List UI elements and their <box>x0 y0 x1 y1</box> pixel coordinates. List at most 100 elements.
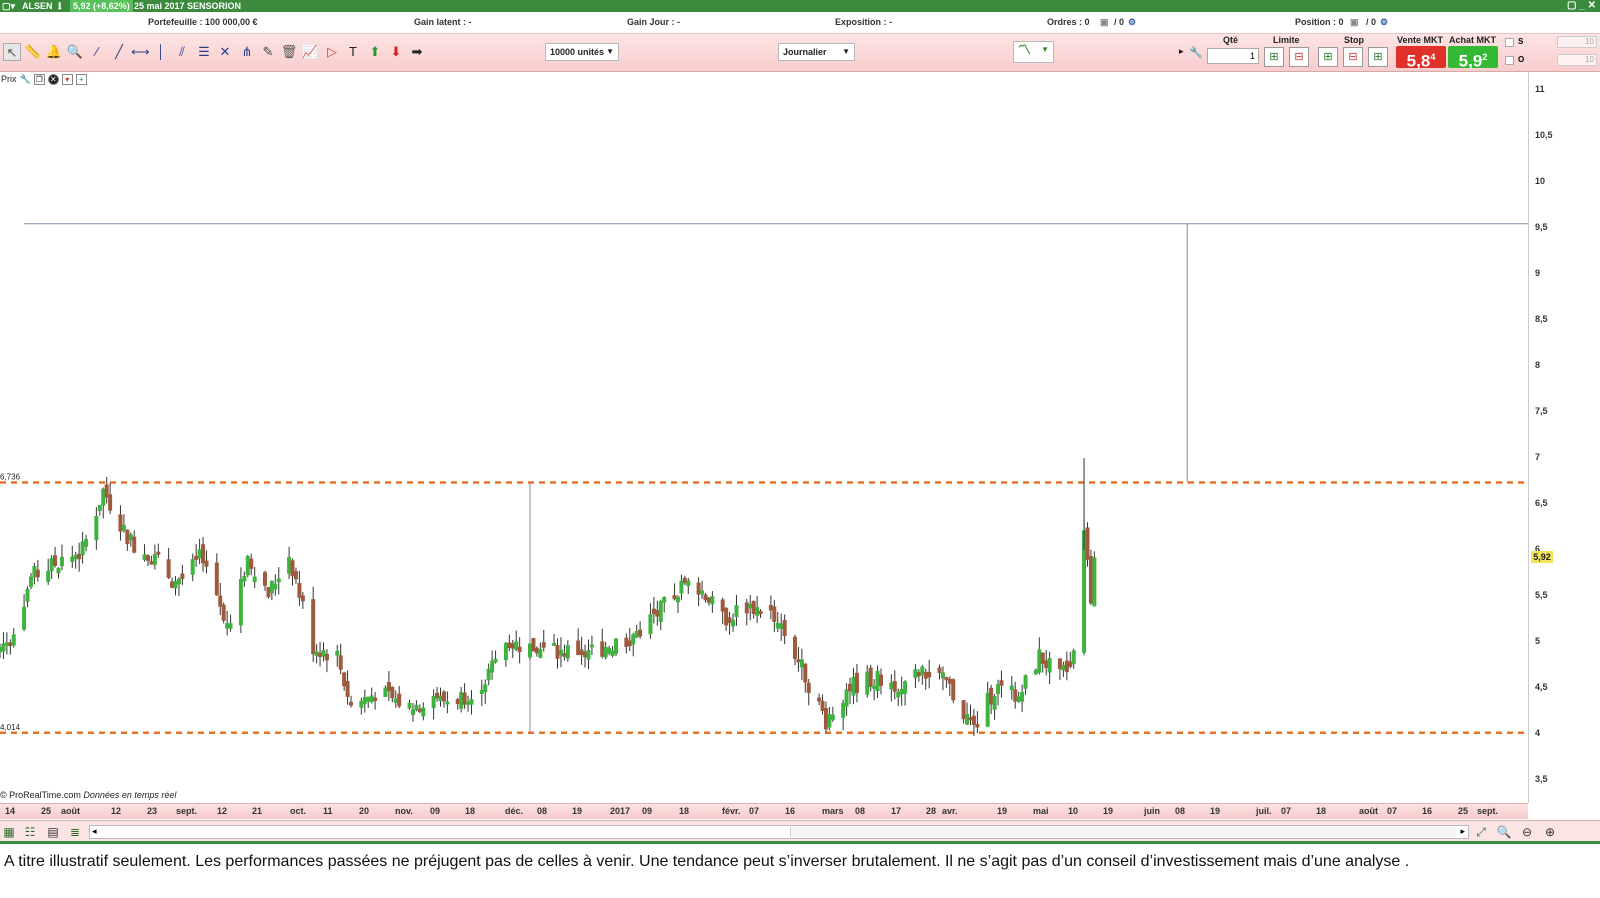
zoom-in-icon[interactable]: ⊕ <box>1542 825 1558 840</box>
sell-market-button[interactable]: 5,84 <box>1396 46 1446 71</box>
scroll-left-arrow[interactable]: ◂ <box>92 826 97 837</box>
window-controls[interactable]: ▢ _ ✕ <box>1567 0 1596 12</box>
zoom-out-icon[interactable]: ⊖ <box>1519 825 1535 840</box>
position-icon[interactable]: ▣ <box>1350 17 1359 28</box>
candle-body <box>638 629 643 637</box>
right-arrow-icon[interactable]: ➡ <box>408 43 426 61</box>
zoom-fit-icon[interactable]: 🔍 <box>1496 825 1512 840</box>
candle-body <box>173 580 178 589</box>
o-checkbox[interactable] <box>1505 56 1514 65</box>
triangle-pattern-icon[interactable]: ▷ <box>323 43 341 61</box>
horizontal-line-icon[interactable]: ⟷ <box>131 43 150 61</box>
paint-icon[interactable]: ✎ <box>259 43 277 61</box>
add-indicator-icon[interactable]: + <box>75 73 87 85</box>
stop-sell-button[interactable]: ⊟ <box>1343 47 1363 67</box>
candle-body <box>603 646 608 658</box>
x-tick-label: 08 <box>537 806 548 816</box>
x-tick-label: 2017 <box>610 806 631 816</box>
quantity-select-value: 10000 unités <box>550 47 605 57</box>
autoscale-icon[interactable]: ⤢ <box>1473 825 1489 840</box>
candle-body <box>97 505 102 512</box>
close-panel-icon[interactable]: ✕ <box>47 73 59 85</box>
candle-body <box>455 698 460 704</box>
candle-body <box>803 663 808 683</box>
layers-icon[interactable]: ≣ <box>67 825 83 840</box>
limit-sell-button[interactable]: ⊟ <box>1289 47 1309 67</box>
buy-arrow-icon[interactable]: ⬆ <box>366 43 384 61</box>
properties-wrench-icon[interactable]: 🔧 <box>20 74 31 85</box>
indicator-line-icon[interactable]: 📈 <box>301 43 319 61</box>
candle-body <box>70 556 75 563</box>
candle-body <box>373 697 378 701</box>
text-tool-icon[interactable]: T <box>344 43 362 61</box>
chart-type-select[interactable]: 〽 ▼ <box>1013 41 1054 63</box>
candle-body <box>758 610 763 615</box>
price-panel-header: Prix 🔧 ❐ ✕ ▾ + <box>0 72 87 86</box>
candle-body <box>108 494 113 511</box>
price-axis[interactable]: 11 10,5 10 9,5 9 8,5 8 7,5 7 6,5 6 5,5 5 4,5 4 3,5 5,92 <box>1528 72 1568 803</box>
stop-buy-button[interactable]: ⊞ <box>1318 47 1338 67</box>
sell-price-sup: 4 <box>1430 52 1436 62</box>
candle-body <box>46 570 51 582</box>
price-chart[interactable]: 6,736 4,014 <box>0 72 1528 803</box>
candle-body <box>586 650 591 660</box>
fibonacci-icon[interactable]: ☰ <box>195 43 213 61</box>
candle-body <box>197 549 202 559</box>
buy-market-button[interactable]: 5,92 <box>1448 46 1498 71</box>
quantity-select[interactable]: 10000 unités ▼ <box>545 43 619 61</box>
x-tick-label: déc. <box>505 806 524 816</box>
zoom-magnifier-icon[interactable]: 🔍 <box>66 43 84 61</box>
s-value[interactable]: 10 <box>1557 36 1597 48</box>
candle-body <box>965 713 970 725</box>
x-tick-label: 16 <box>1422 806 1433 816</box>
channel-icon[interactable]: ⫽ <box>173 43 191 61</box>
orders-settings-icon[interactable]: ⚙ <box>1128 17 1136 28</box>
orders-icon[interactable]: ▣ <box>1100 17 1109 28</box>
wrench-icon[interactable]: 🔧 <box>1189 46 1203 59</box>
info-icon[interactable]: ℹ <box>58 0 61 12</box>
candle-body <box>35 569 40 578</box>
limit-label: Limite <box>1273 35 1300 45</box>
x-tick-label: 19 <box>1210 806 1221 816</box>
candle-body <box>655 610 660 617</box>
indicators-icon[interactable]: ☷ <box>22 825 38 840</box>
scrollbar-thumb[interactable] <box>790 827 1456 837</box>
candle-body <box>614 638 619 655</box>
sell-arrow-icon[interactable]: ⬇ <box>387 43 405 61</box>
scroll-right-arrow[interactable]: ▸ <box>1460 826 1465 837</box>
candle-body <box>397 693 402 707</box>
candle-body <box>1064 660 1069 673</box>
cursor-icon[interactable]: ↖ <box>3 43 21 61</box>
qty-input[interactable] <box>1207 48 1259 64</box>
horizontal-scrollbar[interactable]: ◂ ▸ <box>89 825 1469 839</box>
candle-body <box>796 659 801 663</box>
period-select[interactable]: Journalier ▼ <box>778 43 855 61</box>
collapse-arrow-icon[interactable]: ▸ <box>1179 46 1184 57</box>
vertical-line-icon[interactable]: │ <box>152 43 170 61</box>
s-checkbox[interactable] <box>1505 38 1514 47</box>
candle-body <box>576 640 581 656</box>
alert-bell-icon[interactable]: 🔔 <box>45 43 63 61</box>
x-tick-label: 19 <box>572 806 583 816</box>
duplicate-icon[interactable]: ❐ <box>33 73 45 85</box>
chart-add-icon[interactable]: ▦ <box>1 825 17 840</box>
o-value[interactable]: 10 <box>1557 54 1597 66</box>
candle-body <box>944 676 949 681</box>
window-menu-icon[interactable]: ▢▾ <box>2 0 15 12</box>
x-tick-label: 12 <box>217 806 228 816</box>
trendline-icon[interactable]: ╱ <box>110 43 128 61</box>
list-icon[interactable]: ▤ <box>45 825 61 840</box>
trash-icon[interactable]: 🗑 <box>280 43 298 61</box>
minimize-panel-icon[interactable]: ▾ <box>61 73 73 85</box>
candle-body <box>527 643 532 658</box>
candle-body <box>238 578 243 626</box>
segment-line-icon[interactable]: ⁄ <box>88 43 106 61</box>
time-axis[interactable]: 14 25 août 12 23 sept. 12 21 oct. 11 20 nov. 09 18 déc… <box>0 803 1528 819</box>
ruler-icon[interactable]: 📏 <box>24 43 42 61</box>
pitchfork-icon[interactable]: ⋔ <box>238 43 256 61</box>
stop-other-button[interactable]: ⊞ <box>1368 47 1388 67</box>
fan-icon[interactable]: ✕ <box>216 43 234 61</box>
limit-buy-button[interactable]: ⊞ <box>1264 47 1284 67</box>
position-settings-icon[interactable]: ⚙ <box>1380 17 1388 28</box>
x-tick-label: 25 <box>41 806 52 816</box>
